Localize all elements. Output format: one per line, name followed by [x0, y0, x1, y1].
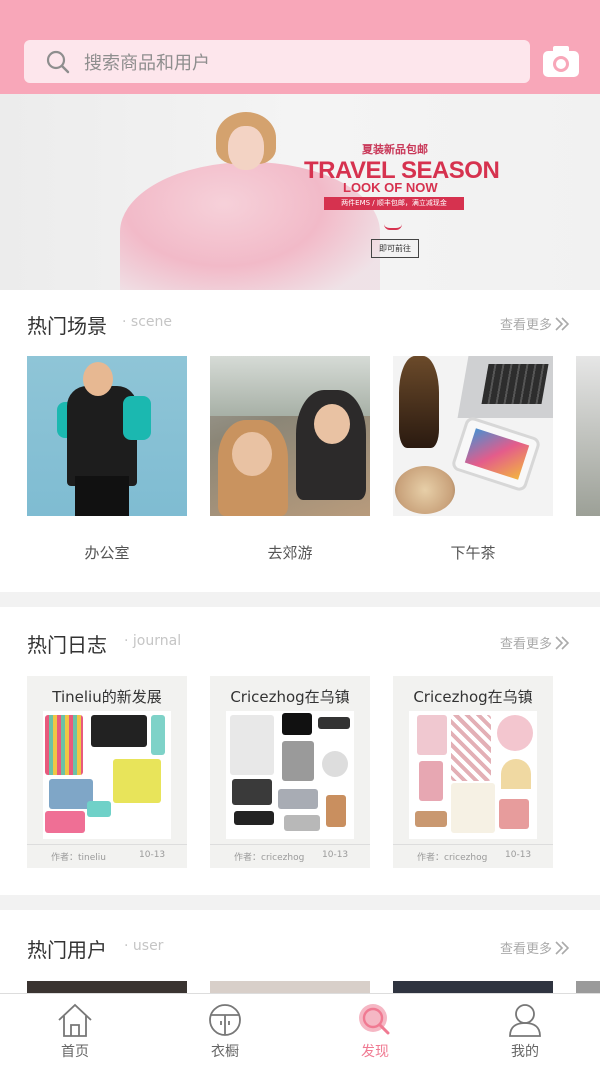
scene-card-label[interactable]: 下午茶: [393, 542, 553, 563]
search-placeholder: 搜索商品和用户: [84, 52, 210, 74]
scene-card-partial-image[interactable]: [576, 356, 600, 516]
journal-card-title: Tineliu的新发展: [52, 688, 162, 706]
camera-icon[interactable]: [542, 45, 580, 78]
scene-card-label[interactable]: 办公室: [27, 542, 187, 563]
scene-section-subtitle: · scene: [122, 314, 172, 330]
tab-home[interactable]: 首页: [0, 994, 150, 1066]
user-thumb-image[interactable]: [576, 981, 600, 993]
banner-model-image: [120, 102, 380, 290]
header-bar: 搜索商品和用户: [0, 0, 600, 94]
discover-icon: [359, 1004, 390, 1035]
more-label: 查看更多: [500, 318, 553, 333]
journal-date: 10-13: [505, 850, 532, 860]
scene-card-teatime-image[interactable]: [393, 356, 553, 516]
users-more-link[interactable]: 查看更多: [500, 938, 570, 957]
profile-icon: [509, 1004, 541, 1037]
journal-collage-image: [409, 711, 537, 839]
journal-section-title: 热门日志: [27, 633, 107, 657]
journal-author: 作者：tineliu: [51, 853, 106, 863]
scene-card-outing-image[interactable]: [210, 356, 370, 516]
promo-banner[interactable]: 夏装新品包邮 TRAVEL SEASON LOOK OF NOW 两件EMS /…: [0, 94, 600, 290]
users-section: 热门用户 · user 查看更多: [0, 910, 600, 993]
scene-card-label[interactable]: 去郊游: [210, 542, 370, 563]
journal-author: 作者：cricezhog: [417, 853, 488, 863]
wardrobe-icon: [209, 1004, 241, 1036]
bottom-tab-bar: 首页 衣橱 发现 我的: [0, 993, 600, 1066]
journal-author: 作者：cricezhog: [234, 853, 305, 863]
more-label: 查看更多: [500, 942, 553, 957]
double-chevron-right-icon: [555, 635, 570, 650]
user-thumb-image[interactable]: [27, 981, 187, 993]
user-thumb-image[interactable]: [393, 981, 553, 993]
tab-label: 发现: [361, 1044, 389, 1060]
scene-card-office-image[interactable]: [27, 356, 187, 516]
banner-title-secondary: LOOK OF NOW: [343, 180, 438, 195]
double-chevron-right-icon: [555, 316, 570, 331]
journal-collage-image: [226, 711, 354, 839]
tab-label: 我的: [511, 1044, 539, 1060]
home-icon: [58, 1003, 92, 1037]
journal-section-subtitle: · journal: [124, 633, 182, 649]
banner-subtitle: 夏装新品包邮: [362, 143, 428, 156]
banner-decoration: [384, 224, 402, 230]
tab-discover[interactable]: 发现: [300, 994, 450, 1066]
search-input[interactable]: 搜索商品和用户: [24, 40, 530, 83]
scene-section-title: 热门场景: [27, 314, 107, 338]
banner-go-button[interactable]: 即可前往: [371, 239, 419, 258]
users-section-title: 热门用户: [27, 938, 107, 962]
users-section-subtitle: · user: [124, 938, 164, 954]
journal-section: 热门日志 · journal 查看更多 Tineliu的新发展 作者：tinel…: [0, 607, 600, 895]
double-chevron-right-icon: [555, 940, 570, 955]
user-thumb-image[interactable]: [210, 981, 370, 993]
tab-label: 首页: [61, 1044, 89, 1060]
journal-card[interactable]: Cricezhog在乌镇 作者：cricezhog 10-13: [210, 676, 370, 868]
tab-profile[interactable]: 我的: [450, 994, 600, 1066]
scene-section: 热门场景 · scene 查看更多 办公室 去郊游 下午茶: [0, 290, 600, 592]
more-label: 查看更多: [500, 637, 553, 652]
tab-label: 衣橱: [211, 1044, 239, 1060]
journal-date: 10-13: [139, 850, 166, 860]
journal-collage-image: [43, 711, 171, 839]
journal-more-link[interactable]: 查看更多: [500, 633, 570, 652]
journal-card[interactable]: Tineliu的新发展 作者：tineliu 10-13: [27, 676, 187, 868]
scene-more-link[interactable]: 查看更多: [500, 314, 570, 333]
journal-date: 10-13: [322, 850, 349, 860]
search-icon: [46, 50, 70, 74]
tab-wardrobe[interactable]: 衣橱: [150, 994, 300, 1066]
journal-card-title: Cricezhog在乌镇: [413, 688, 533, 706]
journal-card-title: Cricezhog在乌镇: [230, 688, 350, 706]
journal-card[interactable]: Cricezhog在乌镇 作者：cricezhog 10-13: [393, 676, 553, 868]
banner-strip: 两件EMS / 顺丰包邮，满立减现金: [324, 197, 464, 210]
